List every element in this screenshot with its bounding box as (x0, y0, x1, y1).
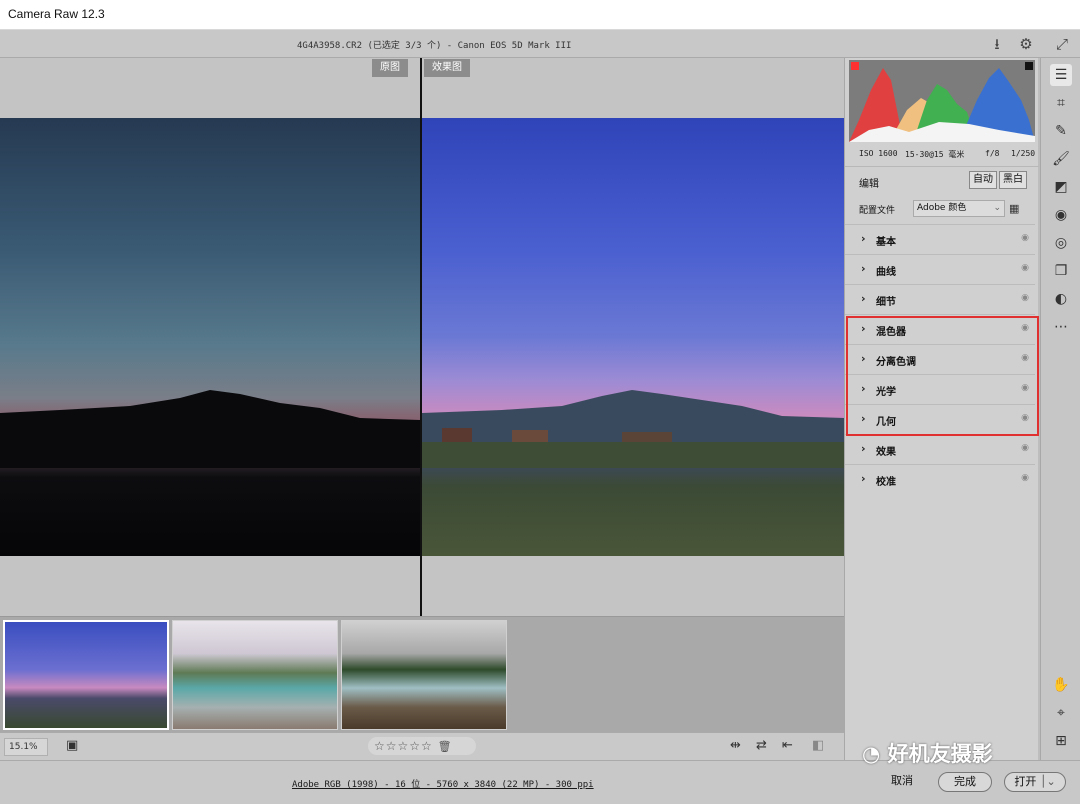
open-label: 打开 (1014, 775, 1037, 788)
grid-overlay-icon[interactable]: ⊞ (1050, 730, 1072, 752)
chevron-right-icon: › (861, 442, 866, 455)
save-icon[interactable]: ⭳ (988, 35, 1006, 53)
watermark-text: 好机友摄影 (887, 742, 993, 766)
after-image[interactable] (422, 118, 844, 556)
gear-icon[interactable]: ⚙ (1017, 35, 1035, 53)
star-rating[interactable]: ☆☆☆☆☆ 🗑 (368, 737, 476, 755)
profile-row: 配置文件 Adobe 颜色 ⌄ ▦ (845, 194, 1039, 224)
aperture: f/8 (985, 149, 1000, 158)
edit-label: 编辑 (859, 179, 879, 190)
brush-icon[interactable]: 🖌 (1050, 148, 1072, 170)
mountain-silhouette (0, 390, 420, 468)
visibility-eye-icon[interactable]: ◉ (1021, 443, 1029, 453)
split-view-icon[interactable]: ◧ (812, 738, 824, 753)
presets-icon[interactable]: ◐ (1050, 288, 1072, 310)
section-label: 曲线 (876, 267, 896, 278)
snapshots-icon[interactable]: ❐ (1050, 260, 1072, 282)
edit-header: 编辑 自动 黑白 (845, 166, 1039, 194)
more-icon[interactable]: ⋯ (1050, 316, 1072, 338)
done-button[interactable]: 完成 (938, 772, 992, 792)
crop-icon[interactable]: ⌗ (1050, 92, 1072, 114)
thumbnail-3[interactable] (341, 620, 507, 730)
profile-label: 配置文件 (859, 206, 896, 216)
radial-filter-icon[interactable]: ◉ (1050, 204, 1072, 226)
section-7[interactable]: › 效果 ◉ (845, 434, 1035, 463)
file-info: 4G4A3958.CR2 (已选定 3/3 个) - Canon EOS 5D … (297, 41, 572, 51)
shutter: 1/250 (1011, 149, 1036, 158)
heal-icon[interactable]: ✎ (1050, 120, 1072, 142)
zoom-value: 15.1% (9, 742, 38, 752)
visibility-eye-icon[interactable]: ◉ (1021, 263, 1029, 273)
fullscreen-icon[interactable]: ⤢ (1053, 35, 1071, 53)
mountain-scene (422, 390, 844, 468)
tool-strip: ☰ ⌗ ✎ 🖌 ◩ ◉ ◎ ❐ ◐ ⋯ ✋ ⌖ ⊞ (1040, 58, 1080, 760)
dropdown-arrow-icon: ⌄ (993, 203, 1001, 213)
chevron-right-icon: › (861, 472, 866, 485)
wechat-icon: ◔ (862, 742, 881, 766)
highlight-box (846, 316, 1039, 436)
visibility-eye-icon[interactable]: ◉ (1021, 473, 1029, 483)
copy-settings-icon[interactable]: ⇤ (782, 738, 793, 753)
chevron-right-icon: › (861, 262, 866, 275)
exif-info: ISO 1600 15-30@15 毫米 f/8 1/250 (845, 146, 1039, 164)
auto-button[interactable]: 自动 (969, 171, 997, 189)
section-label: 基本 (876, 237, 896, 248)
section-8[interactable]: › 校准 ◉ (845, 464, 1035, 493)
section-label: 细节 (876, 297, 896, 308)
hand-icon[interactable]: ✋ (1050, 674, 1072, 696)
profile-select[interactable]: Adobe 颜色 ⌄ (913, 200, 1005, 217)
thumbnail-2[interactable] (172, 620, 338, 730)
zoom-select[interactable]: 15.1% ⌄ (4, 738, 48, 768)
thumbnail-1[interactable] (3, 620, 169, 730)
swap-icon[interactable]: ⇄ (756, 738, 767, 753)
window-titlebar: Camera Raw 12.3 (0, 0, 1080, 30)
compare-icon[interactable]: ⇹ (730, 738, 741, 753)
chevron-right-icon: › (861, 232, 866, 245)
section-label: 效果 (876, 447, 896, 458)
redeye-icon[interactable]: ◎ (1050, 232, 1072, 254)
before-image[interactable] (0, 118, 420, 556)
chevron-right-icon: › (861, 292, 866, 305)
section-label: 校准 (876, 477, 896, 488)
edit-sliders-icon[interactable]: ☰ (1050, 64, 1072, 86)
iso: ISO 1600 (859, 149, 898, 158)
histogram (849, 60, 1035, 142)
histogram-graph (849, 62, 1035, 142)
workflow-options-link[interactable]: Adobe RGB (1998) - 16 位 - 5760 x 3840 (2… (292, 777, 594, 790)
top-toolbar: 4G4A3958.CR2 (已选定 3/3 个) - Canon EOS 5D … (0, 30, 1080, 58)
section-1[interactable]: › 曲线 ◉ (845, 254, 1035, 283)
profile-browser-icon[interactable]: ▦ (1009, 202, 1019, 215)
visibility-eye-icon[interactable]: ◉ (1021, 293, 1029, 303)
section-2[interactable]: › 细节 ◉ (845, 284, 1035, 313)
watermark: ◔ 好机友摄影 (862, 738, 993, 768)
filmstrip (0, 616, 844, 732)
section-0[interactable]: › 基本 ◉ (845, 224, 1035, 253)
after-label: 效果图 (424, 59, 470, 77)
filmstrip-menu-icon[interactable]: ▣ (66, 738, 78, 753)
bw-button[interactable]: 黑白 (999, 171, 1027, 189)
profile-value: Adobe 颜色 (917, 203, 967, 213)
status-row: 15.1% ⌄ ▣ ☆☆☆☆☆ 🗑 ⇹ ⇄ ⇤ ◧ (0, 732, 844, 768)
visibility-eye-icon[interactable]: ◉ (1021, 233, 1029, 243)
color-sampler-icon[interactable]: ⌖ (1050, 702, 1072, 724)
gradient-icon[interactable]: ◩ (1050, 176, 1072, 198)
app-title: Camera Raw 12.3 (8, 7, 105, 21)
preview-area: 原图 效果图 (0, 58, 844, 616)
lens: 15-30@15 毫米 (905, 150, 965, 159)
stars-value: ☆☆☆☆☆ (374, 739, 433, 753)
open-button[interactable]: 打开 │⌄ (1004, 772, 1066, 792)
cancel-button[interactable]: 取消 (876, 772, 928, 792)
before-label: 原图 (372, 59, 408, 77)
